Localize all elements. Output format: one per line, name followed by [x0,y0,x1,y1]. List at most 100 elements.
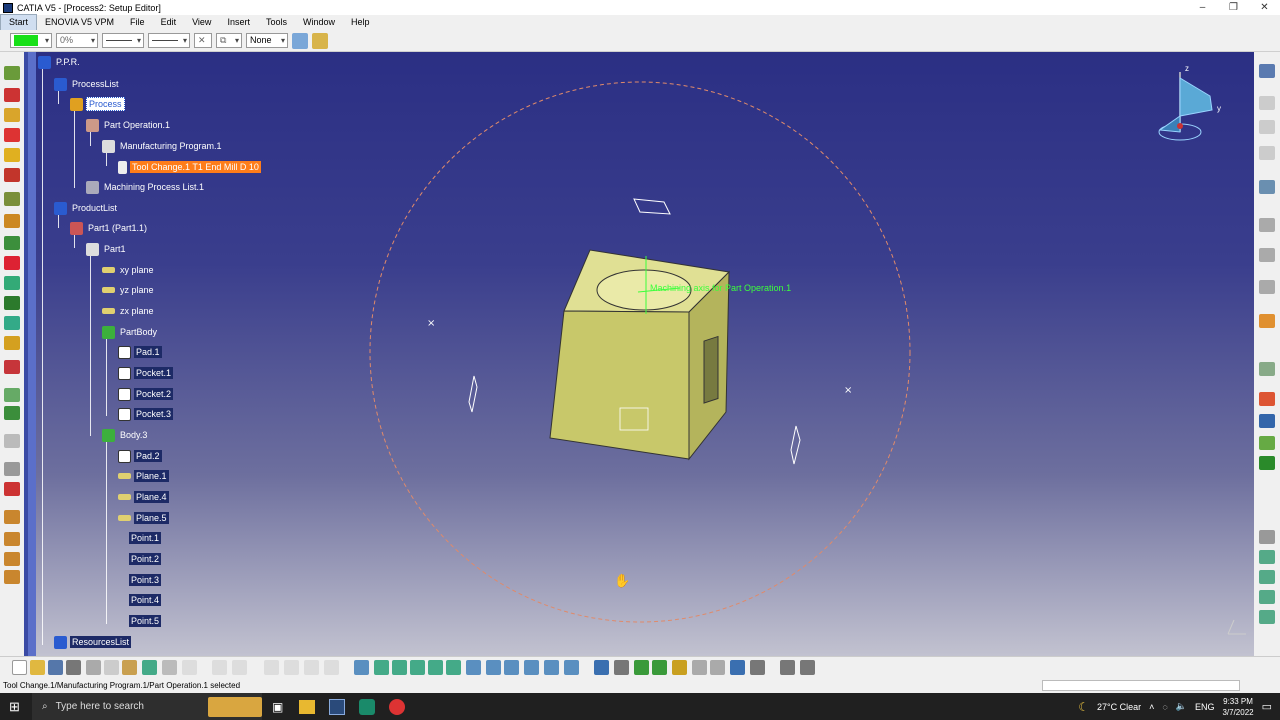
compass[interactable] [1158,72,1213,141]
cube-front-face[interactable] [549,310,690,460]
comment-icon[interactable] [232,660,247,675]
save-icon[interactable] [48,660,63,675]
tree-node-plane1[interactable]: Plane.1 [118,468,169,484]
video-from-last-icon[interactable] [652,660,667,675]
open-icon[interactable] [30,660,45,675]
process-icon[interactable] [1259,456,1275,470]
menu-file[interactable]: File [122,15,153,30]
pan-icon[interactable] [392,660,407,675]
fit-all-icon[interactable] [374,660,389,675]
knowledge-icon[interactable] [324,660,339,675]
new-icon[interactable] [12,660,27,675]
view-icon[interactable] [1259,550,1275,564]
tree-node-xy-plane[interactable]: xy plane [102,262,156,278]
compass-tool-icon[interactable] [1259,64,1275,78]
tree-node-point5[interactable]: Point.5 [118,613,162,629]
color-select[interactable]: ▾ [10,33,52,48]
cam-icon[interactable] [304,660,319,675]
point-symbol-select[interactable]: ✕ [194,33,212,48]
tool-path-replay-icon[interactable] [594,660,609,675]
menu-help[interactable]: Help [343,15,378,30]
roughing-icon[interactable] [4,236,20,250]
transition-icon[interactable] [4,462,20,476]
shading-icon[interactable] [524,660,539,675]
undo-icon[interactable] [142,660,157,675]
hide-show-icon[interactable] [544,660,559,675]
nc-output-icon[interactable] [710,660,725,675]
language-indicator[interactable]: ENG [1195,702,1215,712]
machine-icon[interactable] [4,66,20,80]
power-input-field[interactable] [1042,680,1240,691]
catalog-icon[interactable] [1259,362,1275,376]
tree-node-product-list[interactable]: ProductList [54,200,119,216]
volume-icon[interactable]: 🔈 [1176,701,1187,712]
close-button[interactable]: ✕ [1249,0,1280,15]
shading-icon[interactable] [1259,570,1275,584]
taskbar-search[interactable]: ⌕ Type here to search [32,693,262,720]
painter-icon[interactable] [292,32,308,49]
tree-node-point2[interactable]: Point.2 [118,551,162,567]
transparency-select[interactable]: 0% ▾ [56,33,98,48]
menu-tools[interactable]: Tools [258,15,295,30]
layer-select[interactable]: None ▾ [246,33,288,48]
zoom-out-icon[interactable] [446,660,461,675]
windows-start-icon[interactable]: ⊞ [9,699,20,715]
video-icon[interactable] [4,406,20,420]
tree-node-pocket2[interactable]: Pocket.2 [118,386,174,402]
hide-icon[interactable] [1259,590,1275,604]
tree-node-plane5[interactable]: Plane.5 [118,510,169,526]
chrome-icon[interactable] [389,698,406,715]
menu-start[interactable]: Start [0,14,38,31]
sweeping-icon[interactable] [4,256,20,270]
analyse-icon[interactable] [4,482,20,496]
tree-node-body3[interactable]: Body.3 [102,427,149,443]
part-operation-icon[interactable] [4,108,20,122]
rework-icon[interactable] [4,360,20,374]
program-icon[interactable] [4,128,20,142]
tree-node-point3[interactable]: Point.3 [118,572,162,588]
zoom-in-icon[interactable] [428,660,443,675]
normal-view-icon[interactable] [466,660,481,675]
profile-contouring-icon[interactable] [4,192,20,206]
material-icon[interactable] [1259,436,1275,450]
cut-icon[interactable] [86,660,101,675]
tree-node-pad2[interactable]: Pad.2 [118,448,162,464]
maximize-button[interactable]: ❐ [1218,0,1249,15]
file-explorer-icon[interactable] [299,699,316,714]
drilling-icon[interactable] [4,214,20,228]
tree-node-part-operation[interactable]: Part Operation.1 [86,117,172,133]
zlevel-icon[interactable] [4,276,20,290]
menu-edit[interactable]: Edit [153,15,185,30]
tray-chevron-icon[interactable]: ˄ [1149,702,1154,712]
tree-node-part1[interactable]: Part1 [86,241,128,257]
tree-node-pocket1[interactable]: Pocket.1 [118,365,174,381]
contour-driven-icon[interactable] [4,296,20,310]
tree-node-resources-list[interactable]: ResourcesList [54,634,132,650]
swap-visible-icon[interactable] [564,660,579,675]
cursor-icon[interactable] [1259,314,1275,328]
copy-icon[interactable] [104,660,119,675]
whats-this-icon[interactable] [182,660,197,675]
iso-view-icon[interactable] [504,660,519,675]
3d-viewport[interactable]: × × ✋ Machining axis for Part Operation.… [24,52,1254,656]
axis-icon[interactable] [4,434,20,448]
line-type-select[interactable]: ▾ [148,33,190,48]
tool-path-replay-icon[interactable] [4,388,20,402]
swap-icon[interactable] [1259,610,1275,624]
tree-node-plane4[interactable]: Plane.4 [118,489,169,505]
rotary-table-icon[interactable] [1259,392,1275,406]
tree-node-pocket3[interactable]: Pocket.3 [118,406,174,422]
tree-node-process-list[interactable]: ProcessList [54,76,121,92]
rotate-icon[interactable] [410,660,425,675]
camtasia-icon[interactable] [359,698,376,715]
formula-icon[interactable] [212,660,227,675]
task-view-icon[interactable]: ▣ [272,700,283,714]
nc-output-icon[interactable] [4,510,20,524]
machining-axis-label[interactable]: Machining axis for Part Operation.1 [650,283,791,293]
tree-node-point1[interactable]: Point.1 [118,530,162,546]
tree-node-ppr[interactable]: P.P.R. [38,54,82,70]
shop-doc-icon[interactable] [750,660,765,675]
network-icon[interactable]: ◌ [1162,702,1167,712]
properties-icon[interactable] [312,32,328,49]
tree-node-part-body[interactable]: PartBody [102,324,159,340]
